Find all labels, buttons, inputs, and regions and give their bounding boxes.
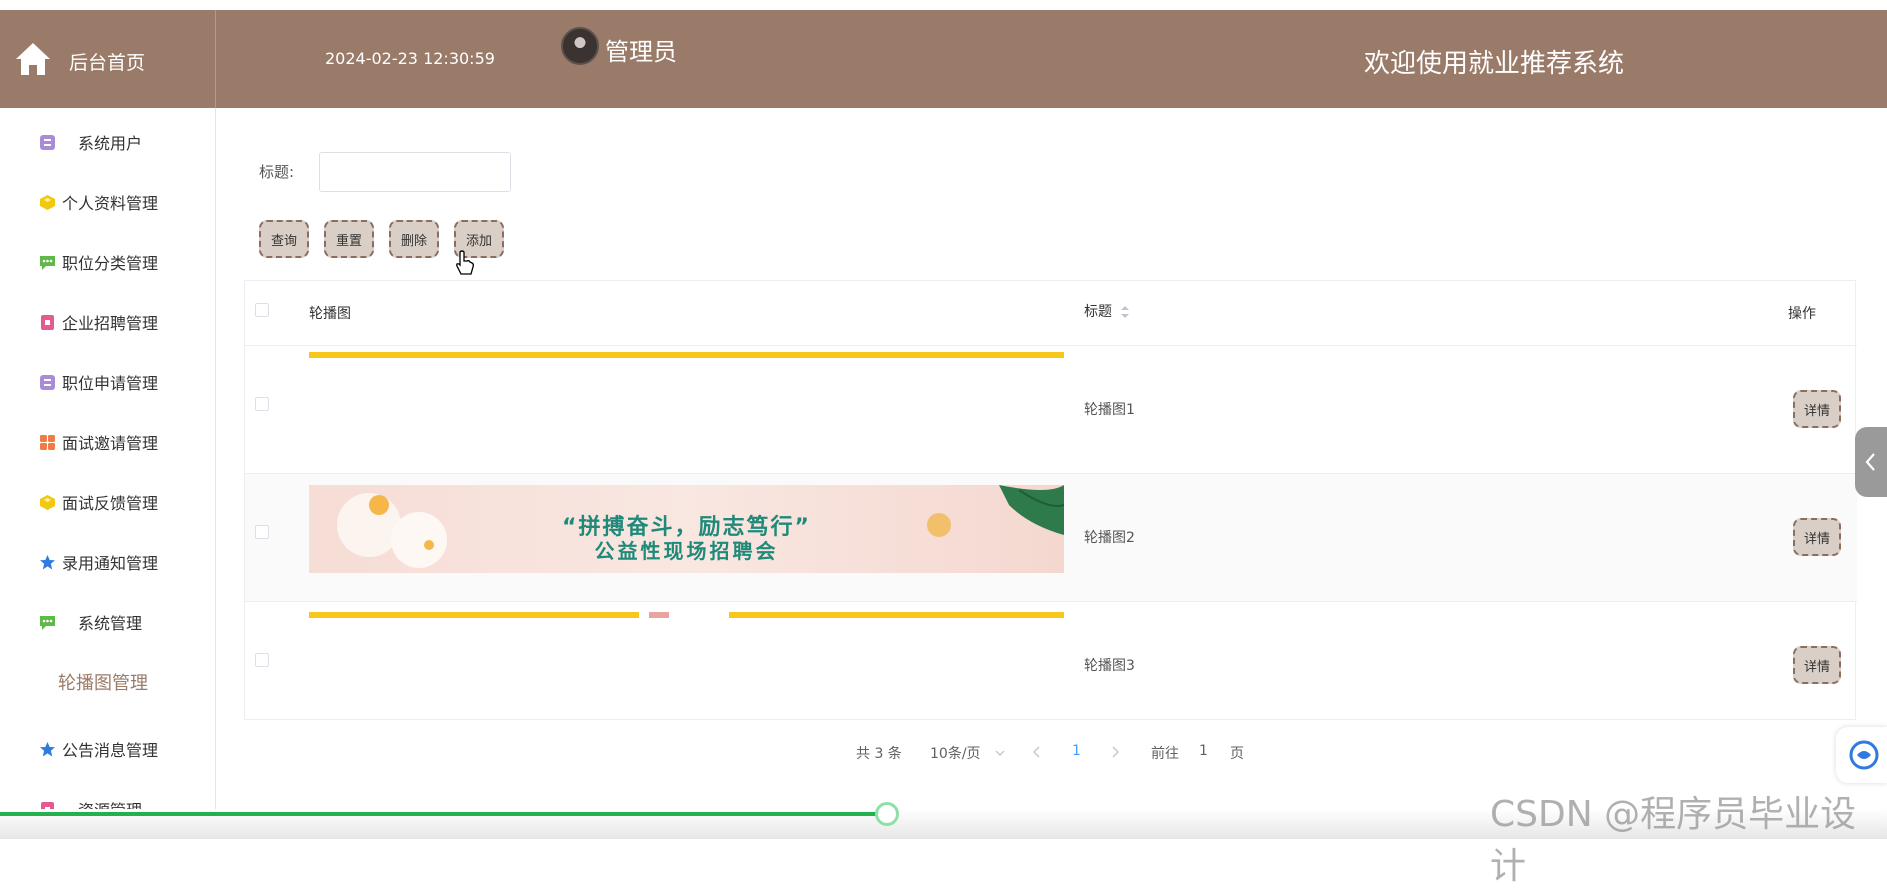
sidebar-item-label: 职位申请管理 xyxy=(62,374,159,393)
sidebar-item-carousel[interactable]: 轮播图管理 xyxy=(0,654,216,710)
goto-label: 前往 xyxy=(1151,746,1179,762)
table-header: 轮播图 标题 操作 xyxy=(245,281,1857,346)
next-page-icon[interactable] xyxy=(1110,746,1120,758)
home-label: 后台首页 xyxy=(69,52,146,74)
home-link[interactable]: 后台首页 xyxy=(0,10,216,108)
select-all-checkbox[interactable] xyxy=(255,303,269,317)
video-progress-fill xyxy=(0,812,887,816)
column-header-title-label: 标题 xyxy=(1084,304,1112,320)
current-datetime: 2024-02-23 12:30:59 xyxy=(325,49,495,68)
sidebar-item-system-management[interactable]: 系统管理 xyxy=(0,594,216,650)
cube-icon xyxy=(40,495,55,510)
sidebar-item-label: 录用通知管理 xyxy=(62,554,159,573)
avatar[interactable] xyxy=(561,27,599,65)
page-number-current[interactable]: 1 xyxy=(1072,743,1081,759)
home-icon xyxy=(16,43,50,75)
sidebar-item-label: 职位分类管理 xyxy=(62,254,159,273)
banner-subheadline: 公益性现场招聘会 xyxy=(594,539,779,563)
carousel-table: 轮播图 标题 操作 轮播图1 详情 “拼搏奋斗，励志笃行” 公益性现场招聘会 轮… xyxy=(244,280,1857,720)
sidebar-item-label: 系统用户 xyxy=(78,134,143,153)
archive-icon xyxy=(40,375,55,390)
row-checkbox[interactable] xyxy=(255,397,269,411)
column-header-title[interactable]: 标题 xyxy=(1084,301,1130,321)
welcome-title: 欢迎使用就业推荐系统 xyxy=(1364,49,1625,79)
chevron-down-icon xyxy=(995,750,1005,756)
page-size-select[interactable]: 10条/页 xyxy=(930,743,1005,763)
row-title: 轮播图1 xyxy=(1084,402,1135,418)
carousel-image[interactable] xyxy=(309,352,1064,360)
reset-button[interactable]: 重置 xyxy=(324,220,374,258)
sidebar-item-interview-feedback[interactable]: 面试反馈管理 xyxy=(0,474,216,530)
table-row: 轮播图1 详情 xyxy=(245,346,1857,474)
carousel-image[interactable] xyxy=(309,612,1064,620)
sidebar-item-system-users[interactable]: 系统用户 xyxy=(0,114,216,170)
title-filter-label: 标题: xyxy=(259,163,295,181)
hand-cursor-icon xyxy=(456,250,474,275)
top-gap xyxy=(0,0,1887,10)
title-filter-input[interactable] xyxy=(319,152,511,192)
delete-button[interactable]: 删除 xyxy=(389,220,439,258)
sidebar-item-offers[interactable]: 录用通知管理 xyxy=(0,534,216,590)
table-row: “拼搏奋斗，励志笃行” 公益性现场招聘会 轮播图2 详情 xyxy=(245,474,1857,602)
prev-page-icon[interactable] xyxy=(1032,746,1042,758)
header-bar: 后台首页 2024-02-23 12:30:59 管理员 欢迎使用就业推荐系统 xyxy=(0,10,1887,108)
sidebar-item-label: 企业招聘管理 xyxy=(62,314,159,333)
sidebar-item-label: 系统管理 xyxy=(78,614,143,633)
bag-icon xyxy=(41,315,54,330)
archive-icon xyxy=(40,135,55,150)
row-checkbox[interactable] xyxy=(255,653,269,667)
sidebar-item-job-category[interactable]: 职位分类管理 xyxy=(0,234,216,290)
sidebar-item-label: 面试反馈管理 xyxy=(62,494,159,513)
column-header-actions: 操作 xyxy=(1788,306,1816,322)
sidebar-item-recruitment[interactable]: 企业招聘管理 xyxy=(0,294,216,350)
sidebar-item-label: 个人资料管理 xyxy=(62,194,159,213)
table-row: 轮播图3 详情 xyxy=(245,602,1857,730)
row-title: 轮播图3 xyxy=(1084,658,1135,674)
query-button[interactable]: 查询 xyxy=(259,220,309,258)
row-title: 轮播图2 xyxy=(1084,530,1135,546)
watermark: CSDN @程序员毕业设计 xyxy=(1490,794,1857,887)
pagination-total: 共 3 条 xyxy=(856,746,902,762)
column-header-image: 轮播图 xyxy=(309,306,351,322)
detail-button[interactable]: 详情 xyxy=(1793,646,1841,684)
carousel-image[interactable]: “拼搏奋斗，励志笃行” 公益性现场招聘会 xyxy=(309,485,1064,573)
detail-button[interactable]: 详情 xyxy=(1793,390,1841,428)
goto-page-input[interactable]: 1 xyxy=(1199,743,1208,759)
sort-icon[interactable] xyxy=(1120,305,1130,319)
chevron-left-icon xyxy=(1865,453,1875,471)
sidebar-item-applications[interactable]: 职位申请管理 xyxy=(0,354,216,410)
page-suffix-label: 页 xyxy=(1230,746,1244,762)
grid-icon xyxy=(40,435,55,450)
sidebar-item-label: 公告消息管理 xyxy=(62,741,159,760)
admin-name[interactable]: 管理员 xyxy=(605,32,677,67)
star-icon xyxy=(40,742,55,757)
chat-icon xyxy=(40,256,55,270)
cube-icon xyxy=(40,195,55,210)
star-icon xyxy=(40,555,55,570)
sidebar-item-label: 面试邀请管理 xyxy=(62,434,159,453)
assistant-icon xyxy=(1849,740,1879,770)
chat-icon xyxy=(40,616,55,630)
assistant-button[interactable] xyxy=(1836,727,1887,783)
collapse-tab[interactable] xyxy=(1855,427,1887,497)
row-checkbox[interactable] xyxy=(255,525,269,539)
page-size-value: 10条/页 xyxy=(930,746,981,762)
video-progress-handle[interactable] xyxy=(875,802,899,826)
sidebar-item-announcements[interactable]: 公告消息管理 xyxy=(0,721,216,777)
sidebar: 系统用户 个人资料管理 职位分类管理 企业招聘管理 职位申请管理 面试邀请管理 … xyxy=(0,108,216,839)
sidebar-item-profile[interactable]: 个人资料管理 xyxy=(0,174,216,230)
sidebar-item-interview-invites[interactable]: 面试邀请管理 xyxy=(0,414,216,470)
detail-button[interactable]: 详情 xyxy=(1793,518,1841,556)
sidebar-item-label: 轮播图管理 xyxy=(58,673,148,694)
